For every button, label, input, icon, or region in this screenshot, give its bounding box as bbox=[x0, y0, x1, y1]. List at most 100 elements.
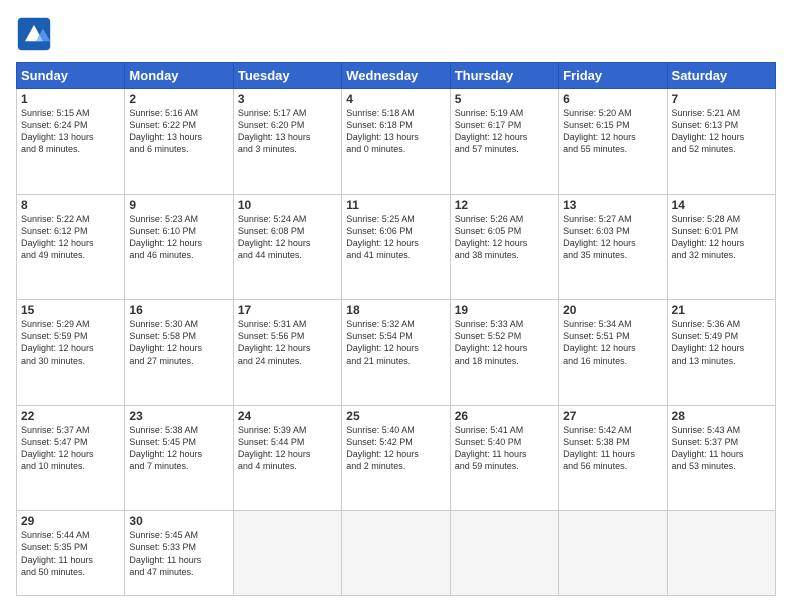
calendar-cell: 14Sunrise: 5:28 AM Sunset: 6:01 PM Dayli… bbox=[667, 194, 775, 300]
calendar-week-5: 29Sunrise: 5:44 AM Sunset: 5:35 PM Dayli… bbox=[17, 511, 776, 596]
day-number: 1 bbox=[21, 92, 120, 106]
calendar-cell: 4Sunrise: 5:18 AM Sunset: 6:18 PM Daylig… bbox=[342, 89, 450, 195]
calendar-cell: 22Sunrise: 5:37 AM Sunset: 5:47 PM Dayli… bbox=[17, 405, 125, 511]
day-number: 5 bbox=[455, 92, 554, 106]
calendar-cell: 21Sunrise: 5:36 AM Sunset: 5:49 PM Dayli… bbox=[667, 300, 775, 406]
day-info: Sunrise: 5:30 AM Sunset: 5:58 PM Dayligh… bbox=[129, 318, 228, 367]
calendar-header-sunday: Sunday bbox=[17, 63, 125, 89]
day-info: Sunrise: 5:38 AM Sunset: 5:45 PM Dayligh… bbox=[129, 424, 228, 473]
day-info: Sunrise: 5:24 AM Sunset: 6:08 PM Dayligh… bbox=[238, 213, 337, 262]
day-info: Sunrise: 5:27 AM Sunset: 6:03 PM Dayligh… bbox=[563, 213, 662, 262]
calendar-header-saturday: Saturday bbox=[667, 63, 775, 89]
day-info: Sunrise: 5:15 AM Sunset: 6:24 PM Dayligh… bbox=[21, 107, 120, 156]
calendar-header-row: SundayMondayTuesdayWednesdayThursdayFrid… bbox=[17, 63, 776, 89]
calendar-header-monday: Monday bbox=[125, 63, 233, 89]
calendar-week-1: 1Sunrise: 5:15 AM Sunset: 6:24 PM Daylig… bbox=[17, 89, 776, 195]
calendar-week-2: 8Sunrise: 5:22 AM Sunset: 6:12 PM Daylig… bbox=[17, 194, 776, 300]
day-info: Sunrise: 5:36 AM Sunset: 5:49 PM Dayligh… bbox=[672, 318, 771, 367]
day-number: 6 bbox=[563, 92, 662, 106]
day-number: 7 bbox=[672, 92, 771, 106]
day-number: 23 bbox=[129, 409, 228, 423]
day-number: 29 bbox=[21, 514, 120, 528]
calendar-cell: 5Sunrise: 5:19 AM Sunset: 6:17 PM Daylig… bbox=[450, 89, 558, 195]
day-info: Sunrise: 5:34 AM Sunset: 5:51 PM Dayligh… bbox=[563, 318, 662, 367]
day-info: Sunrise: 5:20 AM Sunset: 6:15 PM Dayligh… bbox=[563, 107, 662, 156]
day-number: 21 bbox=[672, 303, 771, 317]
calendar-cell bbox=[559, 511, 667, 596]
calendar-cell: 25Sunrise: 5:40 AM Sunset: 5:42 PM Dayli… bbox=[342, 405, 450, 511]
day-number: 12 bbox=[455, 198, 554, 212]
calendar-cell: 19Sunrise: 5:33 AM Sunset: 5:52 PM Dayli… bbox=[450, 300, 558, 406]
calendar-cell: 13Sunrise: 5:27 AM Sunset: 6:03 PM Dayli… bbox=[559, 194, 667, 300]
day-info: Sunrise: 5:16 AM Sunset: 6:22 PM Dayligh… bbox=[129, 107, 228, 156]
day-info: Sunrise: 5:37 AM Sunset: 5:47 PM Dayligh… bbox=[21, 424, 120, 473]
day-info: Sunrise: 5:42 AM Sunset: 5:38 PM Dayligh… bbox=[563, 424, 662, 473]
calendar-cell: 7Sunrise: 5:21 AM Sunset: 6:13 PM Daylig… bbox=[667, 89, 775, 195]
calendar-header-wednesday: Wednesday bbox=[342, 63, 450, 89]
day-info: Sunrise: 5:33 AM Sunset: 5:52 PM Dayligh… bbox=[455, 318, 554, 367]
calendar-cell: 30Sunrise: 5:45 AM Sunset: 5:33 PM Dayli… bbox=[125, 511, 233, 596]
day-info: Sunrise: 5:25 AM Sunset: 6:06 PM Dayligh… bbox=[346, 213, 445, 262]
day-number: 18 bbox=[346, 303, 445, 317]
calendar-cell bbox=[233, 511, 341, 596]
day-number: 16 bbox=[129, 303, 228, 317]
day-info: Sunrise: 5:44 AM Sunset: 5:35 PM Dayligh… bbox=[21, 529, 120, 578]
day-info: Sunrise: 5:31 AM Sunset: 5:56 PM Dayligh… bbox=[238, 318, 337, 367]
calendar-cell bbox=[342, 511, 450, 596]
day-info: Sunrise: 5:23 AM Sunset: 6:10 PM Dayligh… bbox=[129, 213, 228, 262]
day-info: Sunrise: 5:26 AM Sunset: 6:05 PM Dayligh… bbox=[455, 213, 554, 262]
calendar-cell: 11Sunrise: 5:25 AM Sunset: 6:06 PM Dayli… bbox=[342, 194, 450, 300]
day-number: 3 bbox=[238, 92, 337, 106]
day-number: 27 bbox=[563, 409, 662, 423]
day-info: Sunrise: 5:17 AM Sunset: 6:20 PM Dayligh… bbox=[238, 107, 337, 156]
day-info: Sunrise: 5:40 AM Sunset: 5:42 PM Dayligh… bbox=[346, 424, 445, 473]
day-number: 8 bbox=[21, 198, 120, 212]
logo-icon bbox=[16, 16, 52, 52]
calendar-cell bbox=[450, 511, 558, 596]
day-number: 9 bbox=[129, 198, 228, 212]
calendar-header-thursday: Thursday bbox=[450, 63, 558, 89]
calendar-cell: 12Sunrise: 5:26 AM Sunset: 6:05 PM Dayli… bbox=[450, 194, 558, 300]
day-number: 17 bbox=[238, 303, 337, 317]
calendar-cell: 20Sunrise: 5:34 AM Sunset: 5:51 PM Dayli… bbox=[559, 300, 667, 406]
calendar-cell: 9Sunrise: 5:23 AM Sunset: 6:10 PM Daylig… bbox=[125, 194, 233, 300]
logo bbox=[16, 16, 58, 52]
calendar-cell: 23Sunrise: 5:38 AM Sunset: 5:45 PM Dayli… bbox=[125, 405, 233, 511]
calendar-cell: 16Sunrise: 5:30 AM Sunset: 5:58 PM Dayli… bbox=[125, 300, 233, 406]
calendar-cell: 27Sunrise: 5:42 AM Sunset: 5:38 PM Dayli… bbox=[559, 405, 667, 511]
calendar-header-tuesday: Tuesday bbox=[233, 63, 341, 89]
calendar-cell: 1Sunrise: 5:15 AM Sunset: 6:24 PM Daylig… bbox=[17, 89, 125, 195]
day-number: 30 bbox=[129, 514, 228, 528]
calendar-cell: 28Sunrise: 5:43 AM Sunset: 5:37 PM Dayli… bbox=[667, 405, 775, 511]
day-number: 2 bbox=[129, 92, 228, 106]
calendar-header-friday: Friday bbox=[559, 63, 667, 89]
day-info: Sunrise: 5:41 AM Sunset: 5:40 PM Dayligh… bbox=[455, 424, 554, 473]
day-info: Sunrise: 5:45 AM Sunset: 5:33 PM Dayligh… bbox=[129, 529, 228, 578]
day-info: Sunrise: 5:43 AM Sunset: 5:37 PM Dayligh… bbox=[672, 424, 771, 473]
calendar-cell: 6Sunrise: 5:20 AM Sunset: 6:15 PM Daylig… bbox=[559, 89, 667, 195]
day-info: Sunrise: 5:19 AM Sunset: 6:17 PM Dayligh… bbox=[455, 107, 554, 156]
day-info: Sunrise: 5:32 AM Sunset: 5:54 PM Dayligh… bbox=[346, 318, 445, 367]
day-info: Sunrise: 5:22 AM Sunset: 6:12 PM Dayligh… bbox=[21, 213, 120, 262]
day-number: 26 bbox=[455, 409, 554, 423]
page-header bbox=[16, 16, 776, 52]
day-number: 25 bbox=[346, 409, 445, 423]
day-number: 15 bbox=[21, 303, 120, 317]
calendar-cell: 26Sunrise: 5:41 AM Sunset: 5:40 PM Dayli… bbox=[450, 405, 558, 511]
day-info: Sunrise: 5:39 AM Sunset: 5:44 PM Dayligh… bbox=[238, 424, 337, 473]
calendar-cell: 2Sunrise: 5:16 AM Sunset: 6:22 PM Daylig… bbox=[125, 89, 233, 195]
calendar-cell: 17Sunrise: 5:31 AM Sunset: 5:56 PM Dayli… bbox=[233, 300, 341, 406]
calendar-body: 1Sunrise: 5:15 AM Sunset: 6:24 PM Daylig… bbox=[17, 89, 776, 596]
calendar-cell: 10Sunrise: 5:24 AM Sunset: 6:08 PM Dayli… bbox=[233, 194, 341, 300]
calendar-week-4: 22Sunrise: 5:37 AM Sunset: 5:47 PM Dayli… bbox=[17, 405, 776, 511]
day-number: 13 bbox=[563, 198, 662, 212]
day-number: 22 bbox=[21, 409, 120, 423]
day-number: 10 bbox=[238, 198, 337, 212]
day-info: Sunrise: 5:21 AM Sunset: 6:13 PM Dayligh… bbox=[672, 107, 771, 156]
calendar-cell: 24Sunrise: 5:39 AM Sunset: 5:44 PM Dayli… bbox=[233, 405, 341, 511]
calendar-week-3: 15Sunrise: 5:29 AM Sunset: 5:59 PM Dayli… bbox=[17, 300, 776, 406]
day-number: 19 bbox=[455, 303, 554, 317]
calendar-cell: 18Sunrise: 5:32 AM Sunset: 5:54 PM Dayli… bbox=[342, 300, 450, 406]
calendar-cell bbox=[667, 511, 775, 596]
calendar-cell: 3Sunrise: 5:17 AM Sunset: 6:20 PM Daylig… bbox=[233, 89, 341, 195]
